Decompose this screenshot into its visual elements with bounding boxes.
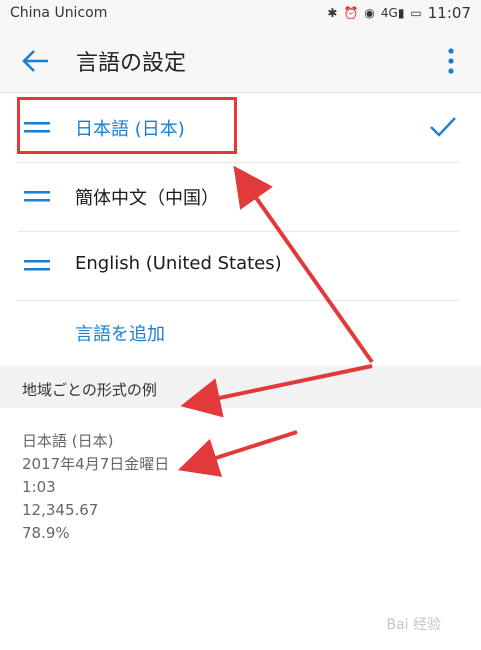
section-header-label: 地域ごとの形式の例: [22, 381, 157, 399]
drag-handle-icon[interactable]: [24, 191, 50, 203]
status-icons: ✱ ⏰ ◉ 4G▮ ▭ 11:07: [327, 4, 471, 22]
status-bar: China Unicom ✱ ⏰ ◉ 4G▮ ▭ 11:07: [0, 0, 481, 28]
more-options-icon[interactable]: [443, 46, 459, 76]
clock: 11:07: [427, 4, 471, 22]
language-item-english[interactable]: English (United States): [0, 231, 481, 301]
example-date: 2017年4月7日金曜日: [22, 455, 170, 473]
format-examples: 日本語 (日本) 2017年4月7日金曜日 1:03 12,345.67 78.…: [22, 430, 169, 545]
section-header: 地域ごとの形式の例: [0, 366, 481, 408]
language-label: English (United States): [75, 253, 282, 274]
app-bar: 言語の設定: [0, 28, 481, 92]
highlight-box: [17, 97, 237, 154]
alarm-icon: ⏰: [343, 6, 359, 20]
bluetooth-icon: ✱: [327, 6, 338, 20]
example-number: 12,345.67: [22, 501, 99, 519]
drag-handle-icon[interactable]: [24, 260, 50, 272]
annotation-arrow: [177, 430, 298, 477]
example-time: 1:03: [22, 478, 56, 496]
add-language-button[interactable]: 言語を追加: [75, 320, 165, 346]
divider: [18, 300, 459, 301]
watermark: Bai 经验: [386, 617, 441, 633]
battery-icon: ▭: [410, 6, 422, 20]
back-arrow-icon[interactable]: [20, 46, 50, 76]
language-item-chinese[interactable]: 簡体中文（中国）: [0, 162, 481, 232]
page-title: 言語の設定: [76, 51, 187, 76]
wifi-icon: ◉: [364, 6, 375, 20]
example-language: 日本語 (日本): [22, 432, 114, 450]
example-percent: 78.9%: [22, 524, 70, 542]
carrier-label: China Unicom: [10, 5, 108, 21]
check-icon: [430, 117, 456, 137]
signal-icon: 4G▮: [380, 6, 405, 20]
language-label: 簡体中文（中国）: [75, 188, 219, 209]
